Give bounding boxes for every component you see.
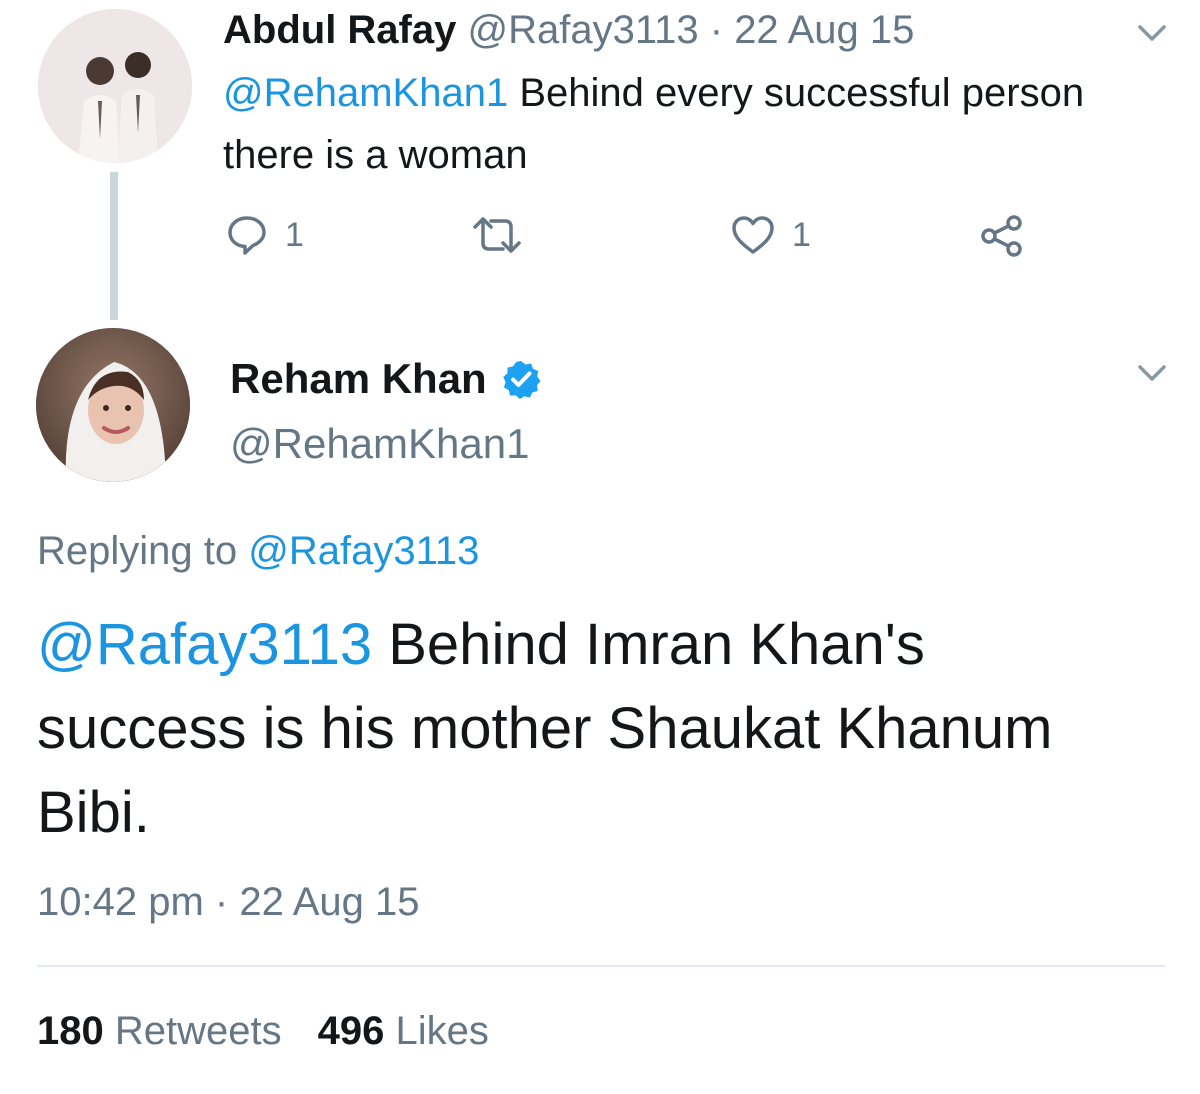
retweets-count: 180 (37, 1009, 104, 1053)
main-author-name-row[interactable]: Reham Khan (230, 353, 541, 405)
parent-author-name[interactable]: Abdul Rafay (223, 8, 456, 52)
tweet-timestamp[interactable]: 10:42 pm · 22 Aug 15 (37, 876, 420, 928)
verified-badge-icon (503, 361, 541, 399)
likes-count: 496 (317, 1009, 385, 1053)
avatar-image (36, 328, 190, 482)
thread-connector-line (110, 172, 118, 320)
main-tweet-text: @Rafay3113 Behind Imran Khan's success i… (37, 603, 1117, 855)
chevron-down-icon[interactable] (1132, 12, 1172, 52)
share-button[interactable] (978, 213, 1026, 259)
retweet-icon (473, 217, 521, 253)
parent-tweet-header: Abdul Rafay @Rafay3113 · 22 Aug 15 (223, 6, 914, 54)
chevron-down-icon[interactable] (1132, 352, 1172, 392)
replying-to-handle-link[interactable]: @Rafay3113 (248, 529, 479, 573)
likes-label: Likes (384, 1009, 489, 1053)
parent-author-handle[interactable]: @Rafay3113 (467, 8, 698, 52)
like-count: 1 (792, 215, 811, 254)
avatar-image (38, 9, 192, 163)
parent-separator: · (709, 8, 724, 52)
retweets-label: Retweets (103, 1009, 282, 1053)
heart-icon (732, 216, 774, 254)
share-icon (981, 215, 1022, 257)
like-button[interactable]: 1 (730, 213, 811, 257)
reply-icon (228, 216, 266, 255)
replying-to-line: Replying to @Rafay3113 (37, 525, 479, 577)
replying-to-prefix: Replying to (37, 529, 249, 573)
avatar-abdul-rafay[interactable] (38, 9, 192, 163)
main-author-handle[interactable]: @RehamKhan1 (230, 418, 529, 470)
retweet-button[interactable] (470, 213, 524, 257)
retweets-stat[interactable]: 180 Retweets (37, 1009, 282, 1053)
main-mention-link[interactable]: @Rafay3113 (37, 612, 372, 677)
avatar-reham-khan[interactable] (36, 328, 190, 482)
likes-stat[interactable]: 496 Likes (318, 1009, 489, 1053)
parent-mention-link[interactable]: @RehamKhan1 (223, 71, 508, 115)
reply-button[interactable]: 1 (225, 213, 304, 257)
reply-count: 1 (285, 215, 304, 254)
main-author-name[interactable]: Reham Khan (230, 353, 487, 405)
tweet-stats: 180 Retweets 496 Likes (37, 1005, 489, 1057)
parent-tweet-date[interactable]: 22 Aug 15 (734, 8, 914, 52)
parent-tweet-text: @RehamKhan1 Behind every successful pers… (223, 62, 1123, 186)
divider (37, 965, 1165, 967)
